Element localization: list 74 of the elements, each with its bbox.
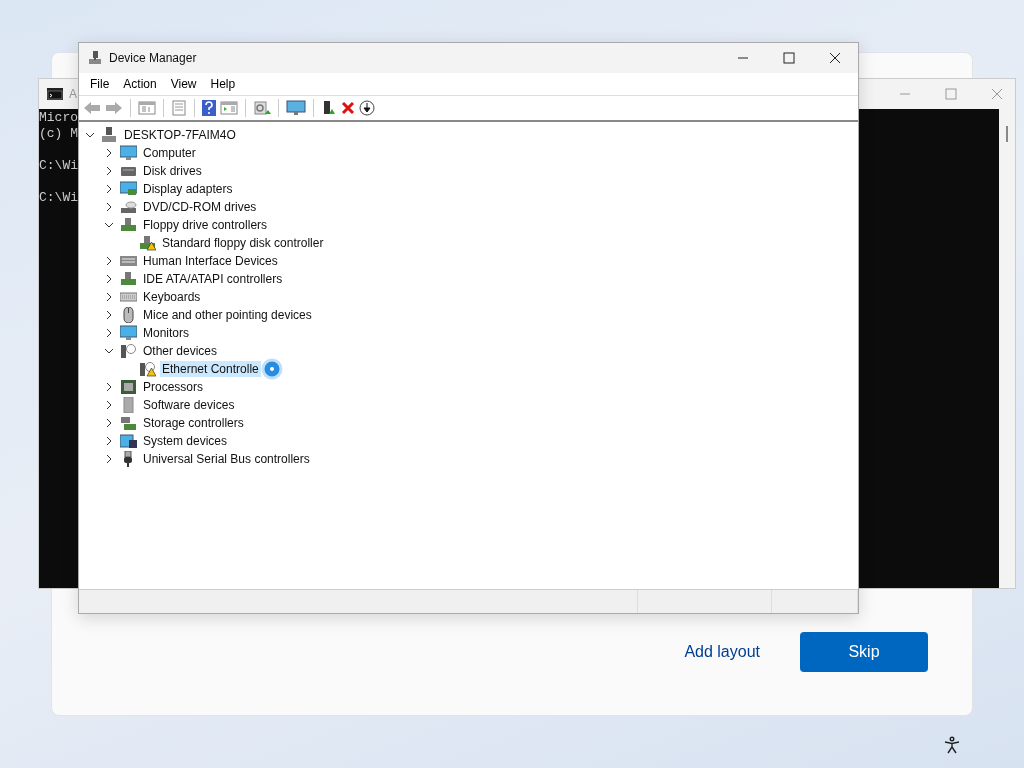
tree-item[interactable]: Display adapters bbox=[141, 181, 235, 197]
help-icon[interactable] bbox=[202, 100, 216, 116]
monitor-icon bbox=[120, 145, 137, 161]
monitor-icon[interactable] bbox=[286, 100, 306, 116]
maximize-icon[interactable] bbox=[783, 52, 795, 64]
tree-item[interactable]: IDE ATA/ATAPI controllers bbox=[141, 271, 285, 287]
close-icon[interactable] bbox=[829, 52, 841, 64]
dvd-drive-icon bbox=[120, 199, 137, 215]
expand-chevron-icon[interactable] bbox=[104, 166, 114, 176]
window-title: Device Manager bbox=[109, 51, 197, 65]
tree-item[interactable]: Ethernet Controlle bbox=[160, 361, 261, 377]
expand-chevron-icon[interactable] bbox=[104, 454, 114, 464]
skip-button[interactable]: Skip bbox=[800, 632, 928, 672]
computer-icon bbox=[101, 127, 118, 143]
tree-item[interactable]: Human Interface Devices bbox=[141, 253, 280, 269]
window-title: A bbox=[69, 87, 77, 101]
tree-item[interactable]: Processors bbox=[141, 379, 206, 395]
device-manager-icon bbox=[87, 50, 103, 66]
keyboard-icon bbox=[120, 289, 137, 305]
uninstall-icon[interactable] bbox=[341, 101, 355, 115]
add-layout-link[interactable]: Add layout bbox=[684, 643, 760, 661]
update-driver-icon[interactable] bbox=[321, 100, 337, 116]
expand-chevron-icon[interactable] bbox=[104, 436, 114, 446]
collapse-chevron-icon[interactable] bbox=[104, 346, 114, 356]
console-text: (c) M bbox=[39, 126, 78, 141]
processor-icon bbox=[120, 379, 137, 395]
tree-item[interactable]: Other devices bbox=[141, 343, 220, 359]
collapse-chevron-icon[interactable] bbox=[104, 220, 114, 230]
tree-item[interactable]: Floppy drive controllers bbox=[141, 217, 270, 233]
tree-item[interactable]: Software devices bbox=[141, 397, 237, 413]
storage-icon bbox=[120, 415, 137, 431]
tree-item[interactable]: Universal Serial Bus controllers bbox=[141, 451, 312, 467]
pointer-cursor-icon bbox=[260, 358, 283, 380]
display-adapter-icon bbox=[120, 181, 137, 197]
expand-chevron-icon[interactable] bbox=[104, 400, 114, 410]
mouse-icon bbox=[120, 307, 137, 323]
scan-hardware-icon[interactable] bbox=[253, 100, 271, 116]
tree-item[interactable]: Standard floppy disk controller bbox=[160, 235, 326, 251]
expand-chevron-icon[interactable] bbox=[104, 274, 114, 284]
expand-chevron-icon[interactable] bbox=[104, 184, 114, 194]
expand-chevron-icon[interactable] bbox=[104, 256, 114, 266]
tree-item[interactable]: System devices bbox=[141, 433, 230, 449]
console-icon bbox=[47, 88, 63, 100]
expand-chevron-icon[interactable] bbox=[104, 328, 114, 338]
collapse-chevron-icon[interactable] bbox=[85, 130, 95, 140]
expand-chevron-icon[interactable] bbox=[104, 418, 114, 428]
tree-item[interactable]: Disk drives bbox=[141, 163, 204, 179]
expand-chevron-icon[interactable] bbox=[104, 202, 114, 212]
tree-item[interactable]: Storage controllers bbox=[141, 415, 246, 431]
menu-item[interactable]: Help bbox=[203, 77, 243, 91]
expand-chevron-icon[interactable] bbox=[104, 382, 114, 392]
tree-item[interactable]: Computer bbox=[141, 145, 198, 161]
unknown-device-icon bbox=[120, 343, 137, 359]
keyboard-device-icon bbox=[120, 253, 137, 269]
tree-item[interactable]: Keyboards bbox=[141, 289, 203, 305]
console-text: C:\Wi bbox=[39, 190, 78, 205]
expand-chevron-icon[interactable] bbox=[104, 148, 114, 158]
system-folder-icon bbox=[120, 433, 137, 449]
menu-item[interactable]: File bbox=[83, 77, 117, 91]
menu-item[interactable]: View bbox=[163, 77, 204, 91]
tree-item[interactable]: DVD/CD-ROM drives bbox=[141, 199, 259, 215]
console-text: C:\Wi bbox=[39, 158, 78, 173]
tree-item[interactable]: Monitors bbox=[141, 325, 191, 341]
tree-item[interactable]: Mice and other pointing devices bbox=[141, 307, 314, 323]
expand-chevron-icon[interactable] bbox=[104, 310, 114, 320]
tree-item[interactable]: DESKTOP-7FAIM4O bbox=[122, 127, 238, 143]
circuit-card-icon bbox=[120, 217, 137, 233]
console-text: Micro bbox=[39, 110, 78, 125]
accessibility-icon[interactable] bbox=[943, 736, 961, 754]
circuit-card-icon bbox=[120, 271, 137, 287]
expand-chevron-icon[interactable] bbox=[104, 292, 114, 302]
monitor-icon bbox=[120, 325, 137, 341]
software-device-icon bbox=[120, 397, 137, 413]
menu-item[interactable]: Action bbox=[116, 77, 164, 91]
